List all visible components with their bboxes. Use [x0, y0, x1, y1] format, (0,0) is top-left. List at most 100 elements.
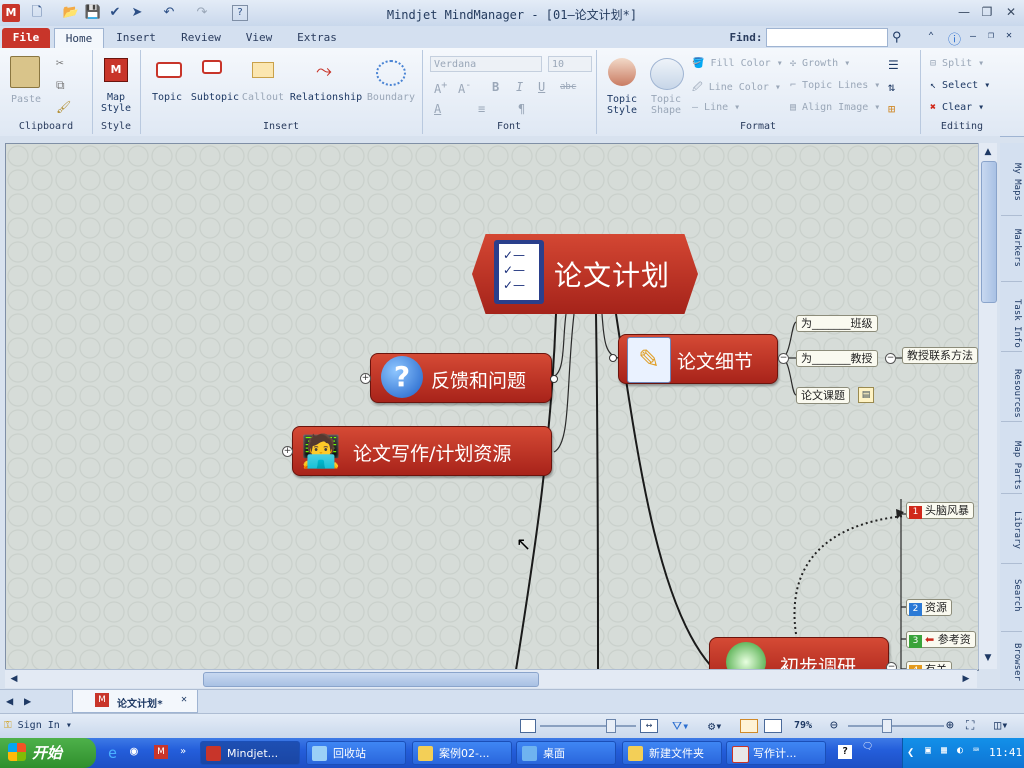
scroll-left-icon[interactable]: ◀: [7, 672, 21, 686]
tab-file[interactable]: File: [2, 28, 50, 48]
split-button[interactable]: ⊟ Split ▾: [930, 58, 984, 69]
boundary-button[interactable]: Boundary: [364, 92, 418, 103]
note-icon[interactable]: ▤: [858, 387, 874, 403]
doc-close-icon[interactable]: ✕: [1006, 30, 1012, 41]
filter-icon[interactable]: ⛛▾: [672, 719, 689, 734]
clock[interactable]: 11:41: [989, 746, 1022, 759]
ie-icon[interactable]: e: [108, 744, 117, 762]
binoculars-icon[interactable]: ⚲: [892, 30, 902, 45]
ime-icon[interactable]: 🗨: [862, 742, 873, 752]
zoom-handle[interactable]: [606, 719, 616, 733]
quicklaunch-more-icon[interactable]: »: [180, 746, 186, 757]
volume-icon[interactable]: ◐: [957, 745, 963, 756]
align-image-button[interactable]: ▤ Align Image ▾: [790, 102, 880, 113]
subtopic-professor-contact[interactable]: 教授联系方法: [902, 347, 978, 364]
nav-back-icon[interactable]: ◀: [6, 694, 13, 708]
collapse-details-icon[interactable]: −: [778, 353, 789, 364]
callout-button[interactable]: Callout: [240, 92, 286, 103]
mindmanager-quick-icon[interactable]: M: [154, 745, 168, 759]
network-icon[interactable]: ▣: [925, 745, 931, 756]
subtopic-thesis-topic[interactable]: 论文课题: [796, 387, 850, 404]
map-canvas[interactable]: ✓— ✓— ✓— 论文计划 ? 反馈和问题 + 🧑‍💻 论文写作/计划资源 + ✎ …: [5, 143, 979, 671]
fit-map-icon[interactable]: [520, 719, 536, 733]
taskbar-item-writing[interactable]: 写作计...: [726, 741, 826, 765]
fit-page-icon[interactable]: ⛶: [966, 718, 974, 733]
sidetab-library[interactable]: Library: [1001, 495, 1022, 564]
subtopic-sources[interactable]: 2 资源: [906, 599, 952, 616]
shrink-font-icon[interactable]: A-: [458, 80, 471, 96]
layout-icon[interactable]: ⚙▾: [708, 719, 722, 733]
doc-tab-close-icon[interactable]: ✕: [181, 694, 187, 705]
font-color-icon[interactable]: A: [434, 102, 441, 116]
collapse-professor-icon[interactable]: −: [885, 353, 896, 364]
topic-button[interactable]: Topic: [148, 92, 186, 103]
quicklaunch-icon[interactable]: ◉: [130, 744, 138, 759]
scroll-right-icon[interactable]: ▶: [959, 672, 973, 686]
tab-insert[interactable]: Insert: [112, 28, 160, 48]
zoom-slider-handle[interactable]: [882, 719, 892, 733]
sidetab-resources[interactable]: Resources: [1001, 353, 1022, 422]
bold-button[interactable]: B: [492, 80, 499, 94]
tab-review[interactable]: Review: [176, 28, 226, 48]
find-input[interactable]: [766, 28, 888, 47]
vertical-scroll-thumb[interactable]: [981, 161, 997, 303]
topic-feedback[interactable]: ? 反馈和问题: [370, 353, 552, 403]
tab-home[interactable]: Home: [54, 28, 104, 49]
expand-resources-icon[interactable]: +: [282, 446, 293, 457]
zoom-in-icon[interactable]: ⊕: [946, 718, 954, 733]
copy-icon[interactable]: ⧉: [56, 78, 65, 93]
central-topic[interactable]: ✓— ✓— ✓— 论文计划: [472, 234, 698, 314]
scroll-down-icon[interactable]: ▼: [981, 651, 995, 665]
ime-tray-icon[interactable]: ⌨: [973, 745, 979, 756]
display-icon[interactable]: ▦: [941, 745, 947, 756]
relationship-button[interactable]: Relationship: [288, 92, 364, 103]
paste-button[interactable]: Paste: [8, 94, 44, 105]
panel-toggle-icon[interactable]: ◫▾: [994, 718, 1008, 732]
expand-feedback-icon[interactable]: +: [360, 373, 371, 384]
minimize-icon[interactable]: —: [955, 5, 973, 19]
nav-forward-icon[interactable]: ▶: [24, 694, 31, 708]
topic-lines-button[interactable]: ⌐ Topic Lines ▾: [790, 80, 880, 91]
horizontal-scroll-thumb[interactable]: [203, 672, 539, 687]
line-button[interactable]: — Line ▾: [692, 102, 740, 113]
sort-icon[interactable]: ⇅: [888, 80, 895, 94]
sidetab-markers[interactable]: Markers: [1001, 213, 1022, 282]
topic-shape-button[interactable]: Topic Shape: [644, 94, 688, 116]
help-tray-icon[interactable]: ?: [838, 745, 852, 759]
strike-button[interactable]: abc: [560, 82, 576, 92]
tab-extras[interactable]: Extras: [292, 28, 342, 48]
subtopic-brainstorm[interactable]: 1 头脑风暴: [906, 502, 974, 519]
taskbar-item-mindjet[interactable]: Mindjet...: [200, 741, 300, 765]
topic-resources[interactable]: 🧑‍💻 论文写作/计划资源: [292, 426, 552, 476]
underline-button[interactable]: U: [538, 80, 545, 94]
cut-icon[interactable]: ✂: [56, 56, 64, 71]
sidetab-task-info[interactable]: Task Info: [1001, 283, 1022, 352]
align-icon[interactable]: ≡: [478, 102, 485, 116]
text-format-icon[interactable]: ¶: [518, 102, 525, 116]
grow-font-icon[interactable]: A+: [434, 80, 447, 96]
font-name-field[interactable]: Verdana: [430, 56, 542, 72]
doc-restore-icon[interactable]: ❐: [988, 30, 994, 41]
fill-color-button[interactable]: 🪣 Fill Color ▾: [692, 58, 783, 69]
sidetab-map-parts[interactable]: Map Parts: [1001, 425, 1022, 494]
sidetab-search[interactable]: Search: [1001, 563, 1022, 632]
fit-width-icon[interactable]: ↔: [640, 719, 658, 733]
taskbar-item-recycle[interactable]: 回收站: [306, 741, 406, 765]
scroll-up-icon[interactable]: ▲: [981, 145, 995, 159]
topic-details[interactable]: ✎ 论文细节: [618, 334, 778, 384]
map-style-button[interactable]: Map Style: [94, 92, 138, 114]
start-button[interactable]: 开始: [0, 738, 96, 768]
tray-expand-icon[interactable]: ❮: [907, 745, 914, 759]
sidetab-my-maps[interactable]: My Maps: [1001, 147, 1022, 216]
sidetab-browser[interactable]: Browser: [1001, 627, 1022, 696]
close-icon[interactable]: ✕: [1002, 5, 1020, 19]
format-extra-icon[interactable]: ⊞: [888, 102, 895, 116]
subtopic-class[interactable]: 为_______班级: [796, 315, 878, 332]
numbering-icon[interactable]: ☰: [888, 58, 899, 72]
font-size-field[interactable]: 10: [548, 56, 592, 72]
taskbar-item-desktop[interactable]: 桌面: [516, 741, 616, 765]
restore-icon[interactable]: ❐: [978, 5, 996, 19]
italic-button[interactable]: I: [516, 80, 523, 94]
doc-minimize-icon[interactable]: —: [970, 31, 976, 42]
horizontal-scrollbar[interactable]: ◀ ▶: [5, 669, 977, 688]
